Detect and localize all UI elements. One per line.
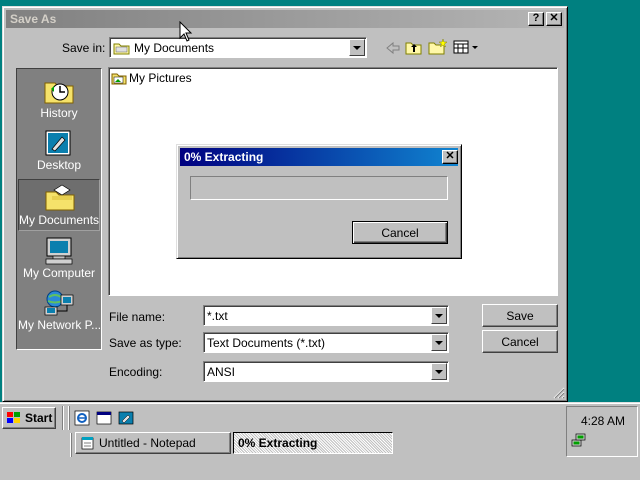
place-label: My Computer <box>22 266 96 280</box>
place-desktop[interactable]: Desktop <box>18 125 100 177</box>
show-desktop-icon[interactable] <box>118 410 134 426</box>
new-folder-icon[interactable] <box>428 38 448 55</box>
encoding-label: Encoding: <box>109 365 163 379</box>
chevron-down-icon <box>435 340 443 345</box>
my-computer-icon <box>45 237 73 265</box>
network-tray-icon[interactable] <box>571 432 587 448</box>
place-label: History <box>40 106 78 120</box>
place-my-network[interactable]: My Network P... <box>18 285 102 337</box>
place-my-documents[interactable]: My Documents <box>18 179 100 231</box>
taskbar: Start Untitled - Notepad 0% Extracting 4… <box>0 402 640 480</box>
extracting-dialog: 0% Extracting ✕ Cancel <box>176 144 462 259</box>
start-button[interactable]: Start <box>2 407 56 429</box>
save-as-type-dropdown-button[interactable] <box>431 334 447 351</box>
encoding-dropdown-button[interactable] <box>431 363 447 380</box>
file-name-dropdown-button[interactable] <box>431 307 447 324</box>
task-extracting[interactable]: 0% Extracting <box>233 432 393 454</box>
dialog-title: Save As <box>10 12 57 26</box>
chevron-down-icon <box>435 369 443 374</box>
save-as-type-select[interactable]: Text Documents (*.txt) <box>203 332 449 353</box>
places-bar: History Desktop My Documents My Computer… <box>16 68 102 350</box>
task-notepad[interactable]: Untitled - Notepad <box>75 432 231 454</box>
history-icon <box>44 82 74 104</box>
extracting-title: 0% Extracting <box>184 150 264 164</box>
extracting-cancel-button[interactable]: Cancel <box>352 221 448 244</box>
mouse-cursor-icon <box>179 21 193 42</box>
quick-launch-grip <box>68 406 70 430</box>
extracting-close-button[interactable]: ✕ <box>442 150 458 164</box>
taskbar-separator <box>62 406 64 430</box>
clock[interactable]: 4:28 AM <box>581 414 625 428</box>
notepad-icon <box>81 437 94 450</box>
view-menu-icon[interactable] <box>453 40 479 54</box>
place-label: My Network P... <box>18 318 102 332</box>
encoding-select[interactable]: ANSI <box>203 361 449 382</box>
my-documents-icon <box>45 184 75 211</box>
cancel-button[interactable]: Cancel <box>482 330 558 353</box>
save-in-label: Save in: <box>62 41 106 55</box>
place-label: My Documents <box>19 213 100 227</box>
windows-logo-icon <box>7 412 20 423</box>
file-name: My Pictures <box>129 71 192 85</box>
up-one-level-icon[interactable] <box>405 39 423 55</box>
my-network-icon <box>44 290 74 316</box>
save-in-value: My Documents <box>134 40 215 55</box>
start-label: Start <box>25 411 53 425</box>
outlook-express-icon[interactable] <box>96 410 112 426</box>
save-in-dropdown[interactable]: My Documents <box>109 37 367 58</box>
back-arrow-icon[interactable] <box>385 41 401 55</box>
place-my-computer[interactable]: My Computer <box>18 233 100 285</box>
extracting-titlebar[interactable]: 0% Extracting ✕ <box>180 148 458 166</box>
encoding-value: ANSI <box>207 364 236 379</box>
chevron-down-icon <box>353 45 361 50</box>
save-as-type-value: Text Documents (*.txt) <box>207 335 326 350</box>
resize-grip-icon[interactable] <box>553 387 565 399</box>
chevron-down-icon <box>435 313 443 318</box>
place-label: Desktop <box>36 158 82 172</box>
pictures-folder-icon <box>111 73 127 85</box>
save-in-dropdown-button[interactable] <box>349 39 365 56</box>
system-tray: 4:28 AM <box>566 406 638 457</box>
file-name-value: *.txt <box>207 308 228 323</box>
desktop-icon <box>45 130 71 156</box>
place-history[interactable]: History <box>18 73 100 125</box>
save-as-type-label: Save as type: <box>109 336 182 350</box>
tasks-grip <box>70 433 72 457</box>
task-label: 0% Extracting <box>238 436 318 450</box>
list-item[interactable]: My Pictures <box>111 71 192 85</box>
ie-icon[interactable] <box>74 410 90 426</box>
close-button[interactable]: ✕ <box>546 12 562 26</box>
save-button[interactable]: Save <box>482 304 558 327</box>
progress-bar <box>190 176 448 200</box>
folder-icon <box>113 43 130 54</box>
file-name-input[interactable]: *.txt <box>203 305 449 326</box>
file-name-label: File name: <box>109 310 166 324</box>
task-label: Untitled - Notepad <box>99 436 196 450</box>
save-as-titlebar[interactable]: Save As ? ✕ <box>6 10 564 28</box>
help-button[interactable]: ? <box>528 12 544 26</box>
